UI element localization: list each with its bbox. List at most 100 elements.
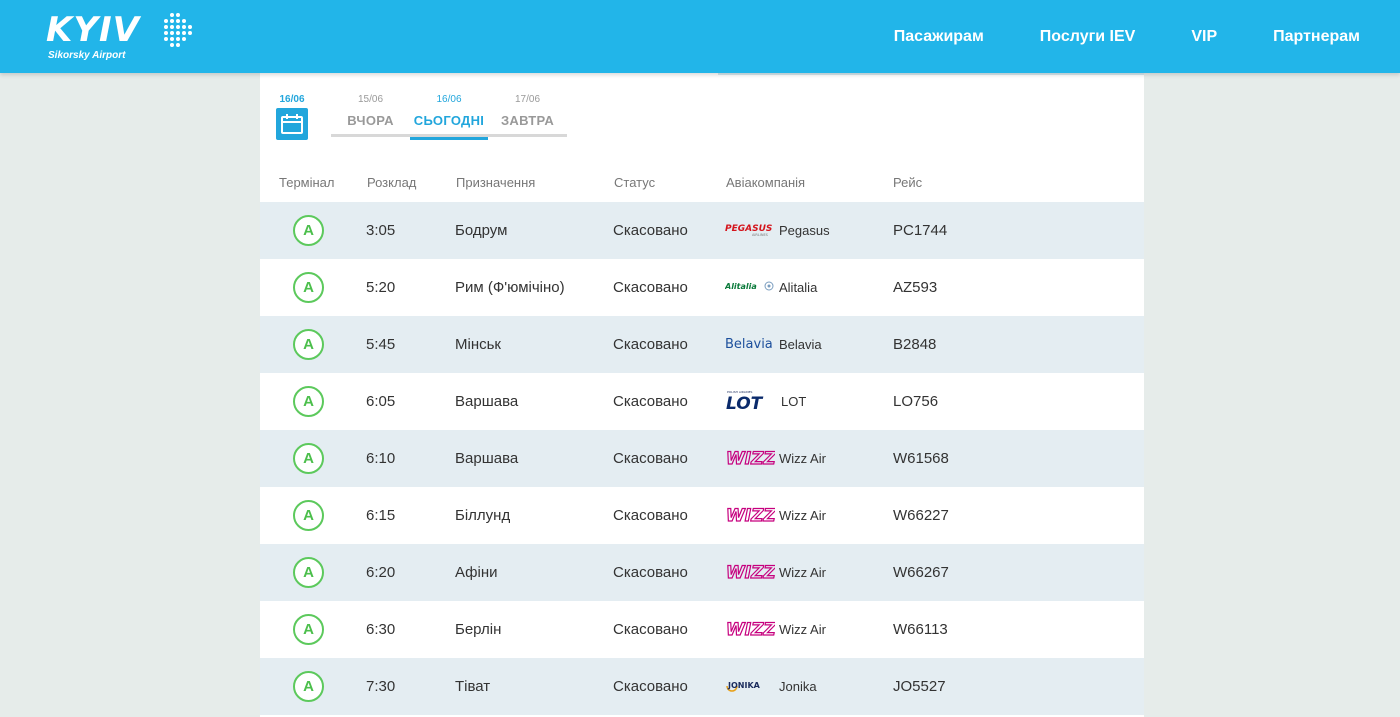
main-nav: Пасажирам Послуги IEV VIP Партнерам: [838, 0, 1360, 73]
wizz-logo-icon: WIZZ: [725, 562, 777, 583]
alitalia-logo-icon: Alitalia: [724, 281, 774, 291]
nav-vip[interactable]: VIP: [1191, 28, 1217, 46]
table-row[interactable]: A 6:10 Варшава Скасовано WIZZ Wizz Air W6156…: [260, 430, 1144, 487]
airline-name: Wizz Air: [779, 622, 826, 637]
destination: Берлін: [455, 621, 502, 638]
column-terminal: Термінал: [279, 175, 335, 190]
nav-partners[interactable]: Партнерам: [1273, 28, 1360, 46]
flight-number[interactable]: W66113: [893, 601, 948, 658]
svg-text:WIZZ: WIZZ: [726, 620, 775, 639]
column-status: Статус: [614, 175, 656, 190]
airline-logo: PEGASUS AIRLINES: [725, 221, 775, 240]
logo-dots-icon: [164, 13, 192, 47]
airline-logo: Alitalia: [724, 278, 775, 297]
column-airline: Авіакомпанія: [726, 175, 806, 190]
table-row[interactable]: A 3:05 Бодрум Скасовано PEGASUS AIRLINES Pe…: [260, 202, 1144, 259]
schedule-time: 6:15: [366, 507, 396, 524]
wizz-logo-icon: WIZZ: [725, 619, 777, 640]
airline-logo: Belavia: [725, 335, 775, 354]
terminal-badge: A: [293, 614, 324, 645]
airline: WIZZ Wizz Air: [725, 544, 826, 601]
tab-label: ВЧОРА: [347, 113, 394, 128]
flight-status: Скасовано: [613, 507, 688, 524]
panel-divider: [718, 73, 1144, 75]
table-row[interactable]: A 5:20 Рим (Ф'юмічіно) Скасовано Alitalia A…: [260, 259, 1144, 316]
nav-passengers[interactable]: Пасажирам: [894, 28, 984, 46]
schedule-time: 6:10: [366, 450, 396, 467]
table-row[interactable]: A 6:15 Біллунд Скасовано WIZZ Wizz Air W6622…: [260, 487, 1144, 544]
column-flight: Рейс: [893, 175, 923, 190]
schedule-time: 6:20: [366, 564, 396, 581]
flight-number[interactable]: JO5527: [893, 658, 946, 715]
column-schedule: Розклад: [367, 175, 417, 190]
airline-name: Jonika: [779, 679, 817, 694]
airline-logo: WIZZ: [725, 503, 777, 528]
lot-logo-icon: POLISH AIRLINES LOT: [726, 390, 764, 414]
airline: Alitalia Alitalia: [724, 259, 817, 316]
flight-status: Скасовано: [613, 450, 688, 467]
airline-name: Belavia: [779, 337, 822, 352]
destination: Бодрум: [455, 222, 508, 239]
table-row[interactable]: A 7:30 Тіват Скасовано JONIKA Jonika JO5527: [260, 658, 1144, 715]
tab-label: ЗАВТРА: [500, 113, 555, 128]
flight-status: Скасовано: [613, 336, 688, 353]
flight-status: Скасовано: [613, 393, 688, 410]
table-row[interactable]: A 6:05 Варшава Скасовано POLISH AIRLINES LO…: [260, 373, 1144, 430]
site-header: KYIV Sikorsky Airport Пасажирам Послуги …: [0, 0, 1400, 73]
calendar-picker[interactable]: 16/06: [276, 94, 308, 140]
flights-panel: 16/06 15/06 ВЧОРА 16/06 СЬОГОДНІ 17/06 З…: [260, 73, 1144, 717]
table-row[interactable]: A 5:45 Мінськ Скасовано Belavia Belavia B284…: [260, 316, 1144, 373]
tab-yesterday[interactable]: 15/06 ВЧОРА: [331, 94, 410, 137]
jonika-logo-icon: JONIKA: [726, 681, 761, 692]
flight-number[interactable]: PC1744: [893, 202, 947, 259]
schedule-time: 5:45: [366, 336, 396, 353]
terminal-badge: A: [293, 557, 324, 588]
logo-subtitle: Sikorsky Airport: [48, 50, 126, 61]
destination: Афіни: [455, 564, 498, 581]
airline-name: Wizz Air: [779, 508, 826, 523]
svg-text:AIRLINES: AIRLINES: [752, 233, 769, 237]
flight-status: Скасовано: [613, 678, 688, 695]
wizz-logo-icon: WIZZ: [725, 448, 777, 469]
airline: WIZZ Wizz Air: [725, 430, 826, 487]
airline-name: Wizz Air: [779, 451, 826, 466]
airline: Belavia Belavia: [725, 316, 822, 373]
flight-number[interactable]: W66267: [893, 544, 949, 601]
destination: Біллунд: [455, 507, 511, 524]
pegasus-logo-icon: PEGASUS AIRLINES: [725, 224, 772, 237]
tab-label: СЬОГОДНІ: [413, 113, 485, 128]
flight-status: Скасовано: [613, 279, 688, 296]
airline: JONIKA Jonika: [725, 658, 817, 715]
airline-name: Pegasus: [779, 223, 830, 238]
calendar-icon[interactable]: [276, 108, 308, 140]
flight-number[interactable]: AZ593: [893, 259, 937, 316]
schedule-time: 5:20: [366, 279, 396, 296]
airline-name: LOT: [781, 394, 807, 409]
svg-text:Alitalia: Alitalia: [725, 282, 757, 291]
nav-iev-services[interactable]: Послуги IEV: [1040, 28, 1136, 46]
flight-number[interactable]: W66227: [893, 487, 949, 544]
belavia-logo-icon: Belavia: [725, 337, 773, 352]
flight-number[interactable]: B2848: [893, 316, 936, 373]
schedule-time: 7:30: [366, 678, 396, 695]
table-row[interactable]: A 6:20 Афіни Скасовано WIZZ Wizz Air W66267: [260, 544, 1144, 601]
kyiv-airport-logo[interactable]: KYIV Sikorsky Airport: [46, 10, 196, 64]
calendar-date: 16/06: [279, 94, 305, 105]
airline-logo: WIZZ: [725, 617, 777, 642]
table-row[interactable]: A 6:30 Берлін Скасовано WIZZ Wizz Air W66113: [260, 601, 1144, 658]
airline: POLISH AIRLINES LOT LOT: [725, 373, 806, 430]
flight-status: Скасовано: [613, 621, 688, 638]
svg-text:JONIKA: JONIKA: [727, 681, 761, 690]
terminal-badge: A: [293, 443, 324, 474]
tab-today[interactable]: 16/06 СЬОГОДНІ: [410, 94, 488, 140]
airline-name: Wizz Air: [779, 565, 826, 580]
tab-date: 16/06: [436, 94, 462, 105]
flight-number[interactable]: W61568: [893, 430, 949, 487]
tab-tomorrow[interactable]: 17/06 ЗАВТРА: [488, 94, 567, 137]
day-tabs: 15/06 ВЧОРА 16/06 СЬОГОДНІ 17/06 ЗАВТРА: [331, 94, 567, 140]
flight-number[interactable]: LO756: [893, 373, 938, 430]
tab-date: 15/06: [357, 94, 384, 105]
terminal-badge: A: [293, 215, 324, 246]
flight-status: Скасовано: [613, 564, 688, 581]
wizz-logo-icon: WIZZ: [725, 505, 777, 526]
